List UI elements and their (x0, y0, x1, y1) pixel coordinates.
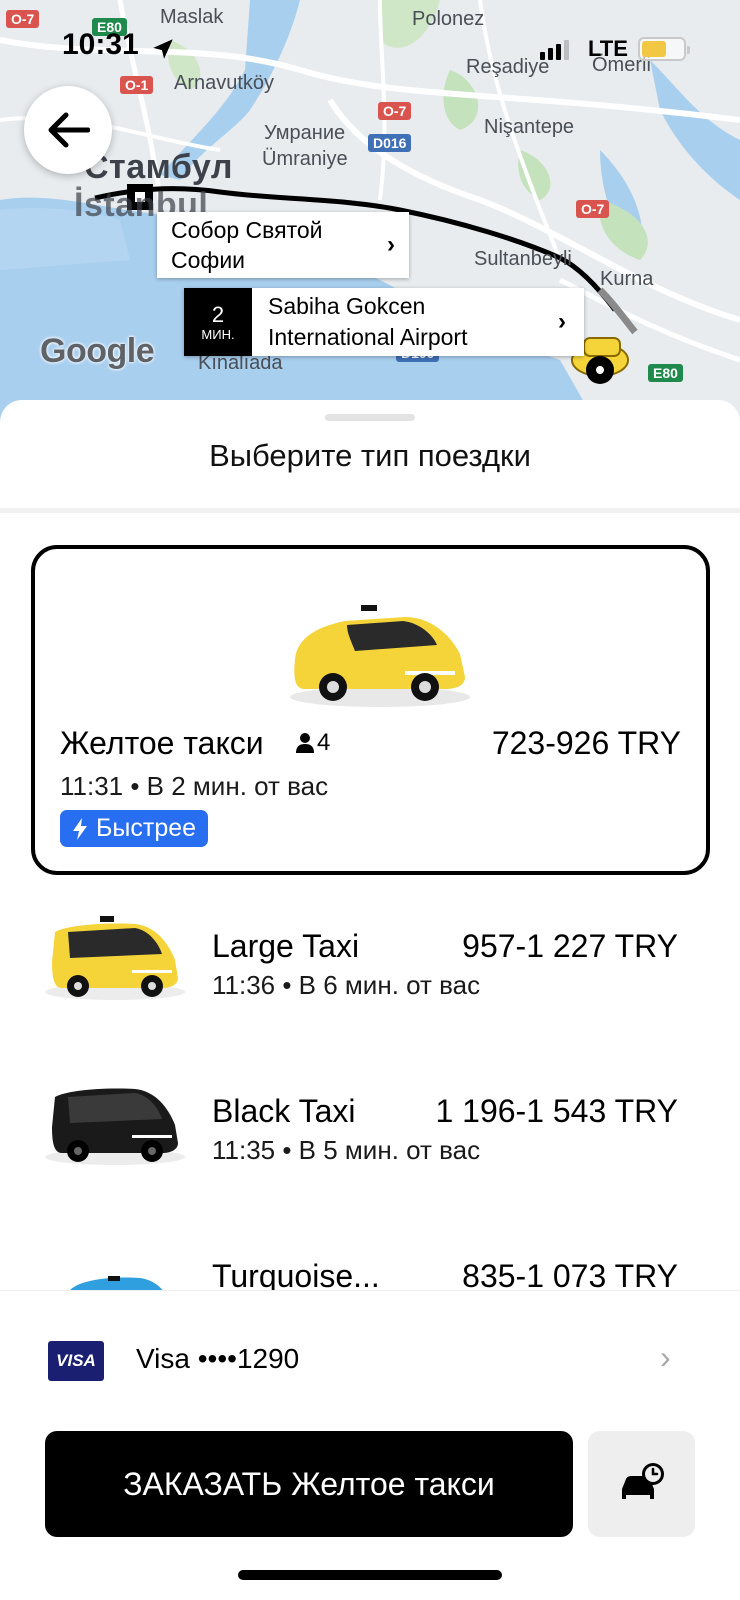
map-label: Arnavutköy (174, 72, 275, 94)
cellular-signal-icon (540, 40, 569, 60)
payment-label: Visa ••••1290 (136, 1343, 300, 1374)
payment-method-row[interactable]: VISA Visa ••••1290 › (0, 1291, 740, 1411)
eta-unit: МИН. (201, 326, 235, 342)
eta-badge: 2 МИН. (184, 288, 252, 356)
map-label: Polonez (412, 8, 485, 30)
sheet-title: Выберите тип поездки (209, 438, 531, 473)
person-icon (296, 733, 314, 753)
faster-badge: Быстрее (60, 810, 209, 847)
divider (0, 508, 740, 513)
google-logo: Google (40, 332, 155, 370)
turquoise-car-icon (70, 1276, 163, 1290)
chevron-right-icon: › (387, 231, 395, 258)
map-label: Reşadiye (466, 56, 550, 78)
road-shield: O-7 (6, 10, 40, 28)
destination-callout[interactable]: 2 МИН. Sabiha Gokcen International Airpo… (184, 288, 584, 356)
road-shield: E80 (648, 364, 683, 382)
road-shield: D016 (368, 134, 412, 152)
option-price: 1 196-1 543 TRY (435, 1093, 678, 1129)
badge-label: Быстрее (96, 814, 197, 842)
status-time: 10:31 (62, 28, 139, 61)
car-clock-icon (621, 1463, 664, 1499)
option-price: 723-926 TRY (491, 725, 681, 761)
map-label: Стамбул (84, 148, 233, 186)
schedule-ride-button[interactable] (588, 1431, 695, 1537)
destination-name: Sabiha Gokcen International Airport (268, 293, 468, 350)
seat-number: 4 (317, 729, 331, 756)
road-shield: O-1 (120, 76, 154, 94)
eta-number: 2 (211, 301, 225, 327)
visa-card-icon: VISA (48, 1341, 104, 1381)
option-eta: 11:36 • В 6 мин. от вас (212, 970, 481, 1000)
chevron-right-icon: › (660, 1339, 671, 1375)
option-name: Turquoise... (212, 1258, 380, 1290)
road-shield: O-7 (576, 200, 610, 218)
map-label: Sultanbeyli (474, 248, 572, 270)
map-label: Maslak (160, 6, 224, 28)
map-label: Ümraniye (262, 148, 348, 170)
option-eta: 11:31 • В 2 мин. от вас (60, 771, 329, 801)
seat-count: 4 (295, 729, 330, 757)
lightning-icon (73, 817, 87, 840)
drag-handle[interactable] (325, 414, 415, 421)
ride-option-large-taxi[interactable]: Large Taxi 957-1 227 TRY 11:36 • В 6 мин… (0, 890, 740, 1040)
option-eta: 11:35 • В 5 мин. от вас (212, 1135, 481, 1165)
network-type: LTE (588, 36, 628, 61)
map-label: Nişantepe (484, 116, 575, 138)
location-arrow-icon (153, 39, 173, 59)
black-taxi-car-icon (45, 1088, 185, 1165)
option-price: 957-1 227 TRY (462, 928, 678, 964)
origin-callout[interactable]: Собор Святой Софии › (157, 212, 409, 278)
road-shield: O-7 (378, 102, 412, 120)
back-button[interactable] (24, 86, 112, 174)
card-brand: VISA (56, 1351, 96, 1370)
option-name: Желтое такси (60, 725, 264, 761)
map-view[interactable]: Maslak Polonez Reşadiye Ömerli Arnavutkö… (0, 0, 740, 430)
order-button[interactable]: ЗАКАЗАТЬ Желтое такси (45, 1431, 573, 1537)
order-button-label: ЗАКАЗАТЬ Желтое такси (123, 1465, 495, 1502)
origin-name: Собор Святой Софии (171, 217, 323, 273)
ride-option-turquoise[interactable]: Turquoise... 835-1 073 TRY (0, 1220, 740, 1290)
option-price: 835-1 073 TRY (462, 1258, 678, 1290)
ride-option-yellow-taxi[interactable]: Желтое такси 4 723-926 TRY 11:31 • В 2 м… (31, 545, 710, 875)
map-label: Kurna (600, 268, 654, 290)
option-name: Black Taxi (212, 1093, 356, 1129)
chevron-right-icon: › (558, 308, 566, 335)
home-indicator (238, 1570, 502, 1580)
arrow-left-icon (48, 112, 90, 148)
option-name: Large Taxi (212, 928, 360, 964)
large-taxi-car-icon (45, 916, 185, 1000)
yellow-taxi-car-icon (290, 605, 470, 707)
map-label: Умрание (264, 122, 346, 144)
battery-icon (638, 37, 690, 61)
ride-option-black-taxi[interactable]: Black Taxi 1 196-1 543 TRY 11:35 • В 5 м… (0, 1055, 740, 1205)
checkout-panel: VISA Visa ••••1290 › ЗАКАЗАТЬ Желтое так… (0, 1290, 740, 1600)
